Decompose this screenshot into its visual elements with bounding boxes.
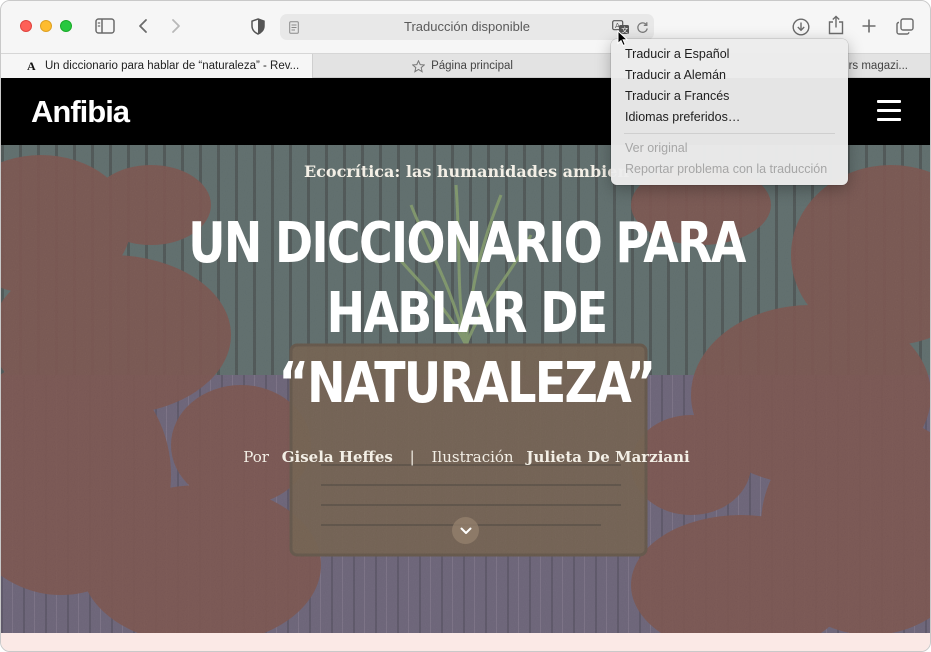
menu-item-translate-spanish[interactable]: Traducir a Español: [625, 47, 729, 61]
menu-item-report-problem: Reportar problema con la traducción: [625, 162, 828, 176]
menu-item-preferred-languages[interactable]: Idiomas preferidos…: [625, 110, 740, 124]
author-name[interactable]: Gisela Heffes: [282, 448, 393, 466]
content-strip: [1, 633, 930, 651]
new-tab-icon[interactable]: [860, 17, 878, 35]
article-byline: Por Gisela Heffes | Ilustración Julieta …: [1, 448, 930, 466]
tab-active[interactable]: A Un diccionario para hablar de “natural…: [1, 54, 312, 78]
hamburger-icon[interactable]: [877, 100, 901, 122]
translate-menu: Traducir a Español Traducir a Alemán Tra…: [611, 39, 848, 185]
article-headline: UN DICCIONARIO PARA HABLAR DE “NATURALEZ…: [85, 209, 848, 419]
browser-window: Traducción disponible A文 A Un diccionari…: [0, 0, 931, 652]
menu-item-translate-french[interactable]: Traducir a Francés: [625, 89, 729, 103]
shield-icon[interactable]: [250, 17, 266, 36]
download-icon[interactable]: [791, 17, 811, 37]
illustration-prefix: Ilustración: [431, 448, 514, 466]
back-icon[interactable]: [135, 17, 151, 35]
headline-line: HABLAR DE: [326, 281, 608, 346]
illustrator-name[interactable]: Julieta De Marziani: [526, 448, 689, 466]
scroll-down-button[interactable]: [452, 517, 479, 544]
byline-prefix: Por: [243, 448, 269, 466]
close-window-button[interactable]: [20, 20, 32, 32]
tab-pagina-principal[interactable]: Página principal: [312, 54, 612, 78]
headline-line: UN DICCIONARIO PARA: [188, 211, 746, 276]
menu-item-translate-german[interactable]: Traducir a Alemán: [625, 68, 726, 82]
tab-overview-icon[interactable]: [895, 17, 915, 35]
byline-separator: |: [409, 448, 415, 466]
minimize-window-button[interactable]: [40, 20, 52, 32]
site-favicon: A: [27, 58, 36, 73]
reload-icon[interactable]: [635, 20, 649, 34]
share-icon[interactable]: [827, 14, 845, 36]
hero-section: Ecocrítica: las humanidades ambien UN DI…: [1, 145, 930, 633]
tab-label: Página principal: [431, 60, 513, 72]
tab-label: rs magazi...: [848, 60, 908, 72]
sidebar-icon[interactable]: [94, 17, 116, 35]
site-logo[interactable]: Anfibia: [31, 94, 130, 130]
forward-icon[interactable]: [168, 17, 184, 35]
menu-divider: [624, 133, 835, 134]
zoom-window-button[interactable]: [60, 20, 72, 32]
mouse-pointer-icon: [617, 29, 629, 52]
tab-label: Un diccionario para hablar de “naturalez…: [45, 60, 300, 72]
star-icon: [412, 59, 426, 73]
address-bar[interactable]: Traducción disponible A文: [280, 14, 654, 40]
chevron-down-icon: [460, 527, 472, 535]
address-text: Traducción disponible: [404, 19, 530, 34]
menu-item-view-original: Ver original: [625, 141, 688, 155]
headline-line: “NATURALEZA”: [278, 351, 656, 416]
